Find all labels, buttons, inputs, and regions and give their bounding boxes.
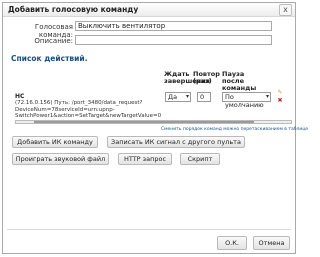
close-icon[interactable]: x [279,4,292,16]
footer-divider [7,229,291,230]
add-voice-command-dialog: Добавить голосовую команду x Голосовая к… [2,2,308,254]
edit-icon[interactable]: ✎ [277,90,283,96]
horizontal-scrollbar[interactable] [15,120,292,124]
dialog-titlebar: Добавить голосовую команду x [3,3,295,17]
action-name: HC [15,93,25,100]
column-wait: Ждать завершения [164,70,210,85]
action-url: (72.16.0.156) Путь: /port_3480/data_requ… [15,100,162,119]
play-sound-button[interactable]: Проиграть звуковой файл [12,153,109,165]
delete-icon[interactable]: ✖ [277,98,283,104]
description-label: Описание: [34,37,73,45]
description-input[interactable] [75,35,272,45]
record-ir-signal-button[interactable]: Записать ИК сигнал с другого пульта [107,136,245,148]
pause-select-value: По умолчанию [225,93,264,109]
ok-button[interactable]: О.К. [217,236,247,250]
reorder-hint: Сменить порядок команд можно перетаскива… [161,127,309,132]
pause-select[interactable]: По умолчанию ▾ [222,92,271,109]
column-pause: Пауза после команды [222,70,257,92]
add-ir-command-button[interactable]: Добавить ИК команду [12,136,98,148]
wait-select-value: Да [168,93,178,101]
script-button[interactable]: Скрипт [180,153,220,165]
voice-command-input[interactable]: Выключить вентилятор [75,21,272,31]
chevron-down-icon: ▾ [265,93,269,100]
chevron-down-icon: ▾ [185,93,189,100]
actions-section-title: Список действий. [11,54,88,63]
column-repeat: Повтор (раз) [193,70,220,85]
repeat-input[interactable]: 0 [197,92,211,102]
dialog-title: Добавить голосовую команду [8,5,139,14]
http-request-button[interactable]: HTTP запрос [118,153,172,165]
wait-select[interactable]: Да ▾ [165,92,191,102]
cancel-button[interactable]: Отмена [253,236,290,250]
scrollbar-thumb[interactable] [34,121,254,123]
